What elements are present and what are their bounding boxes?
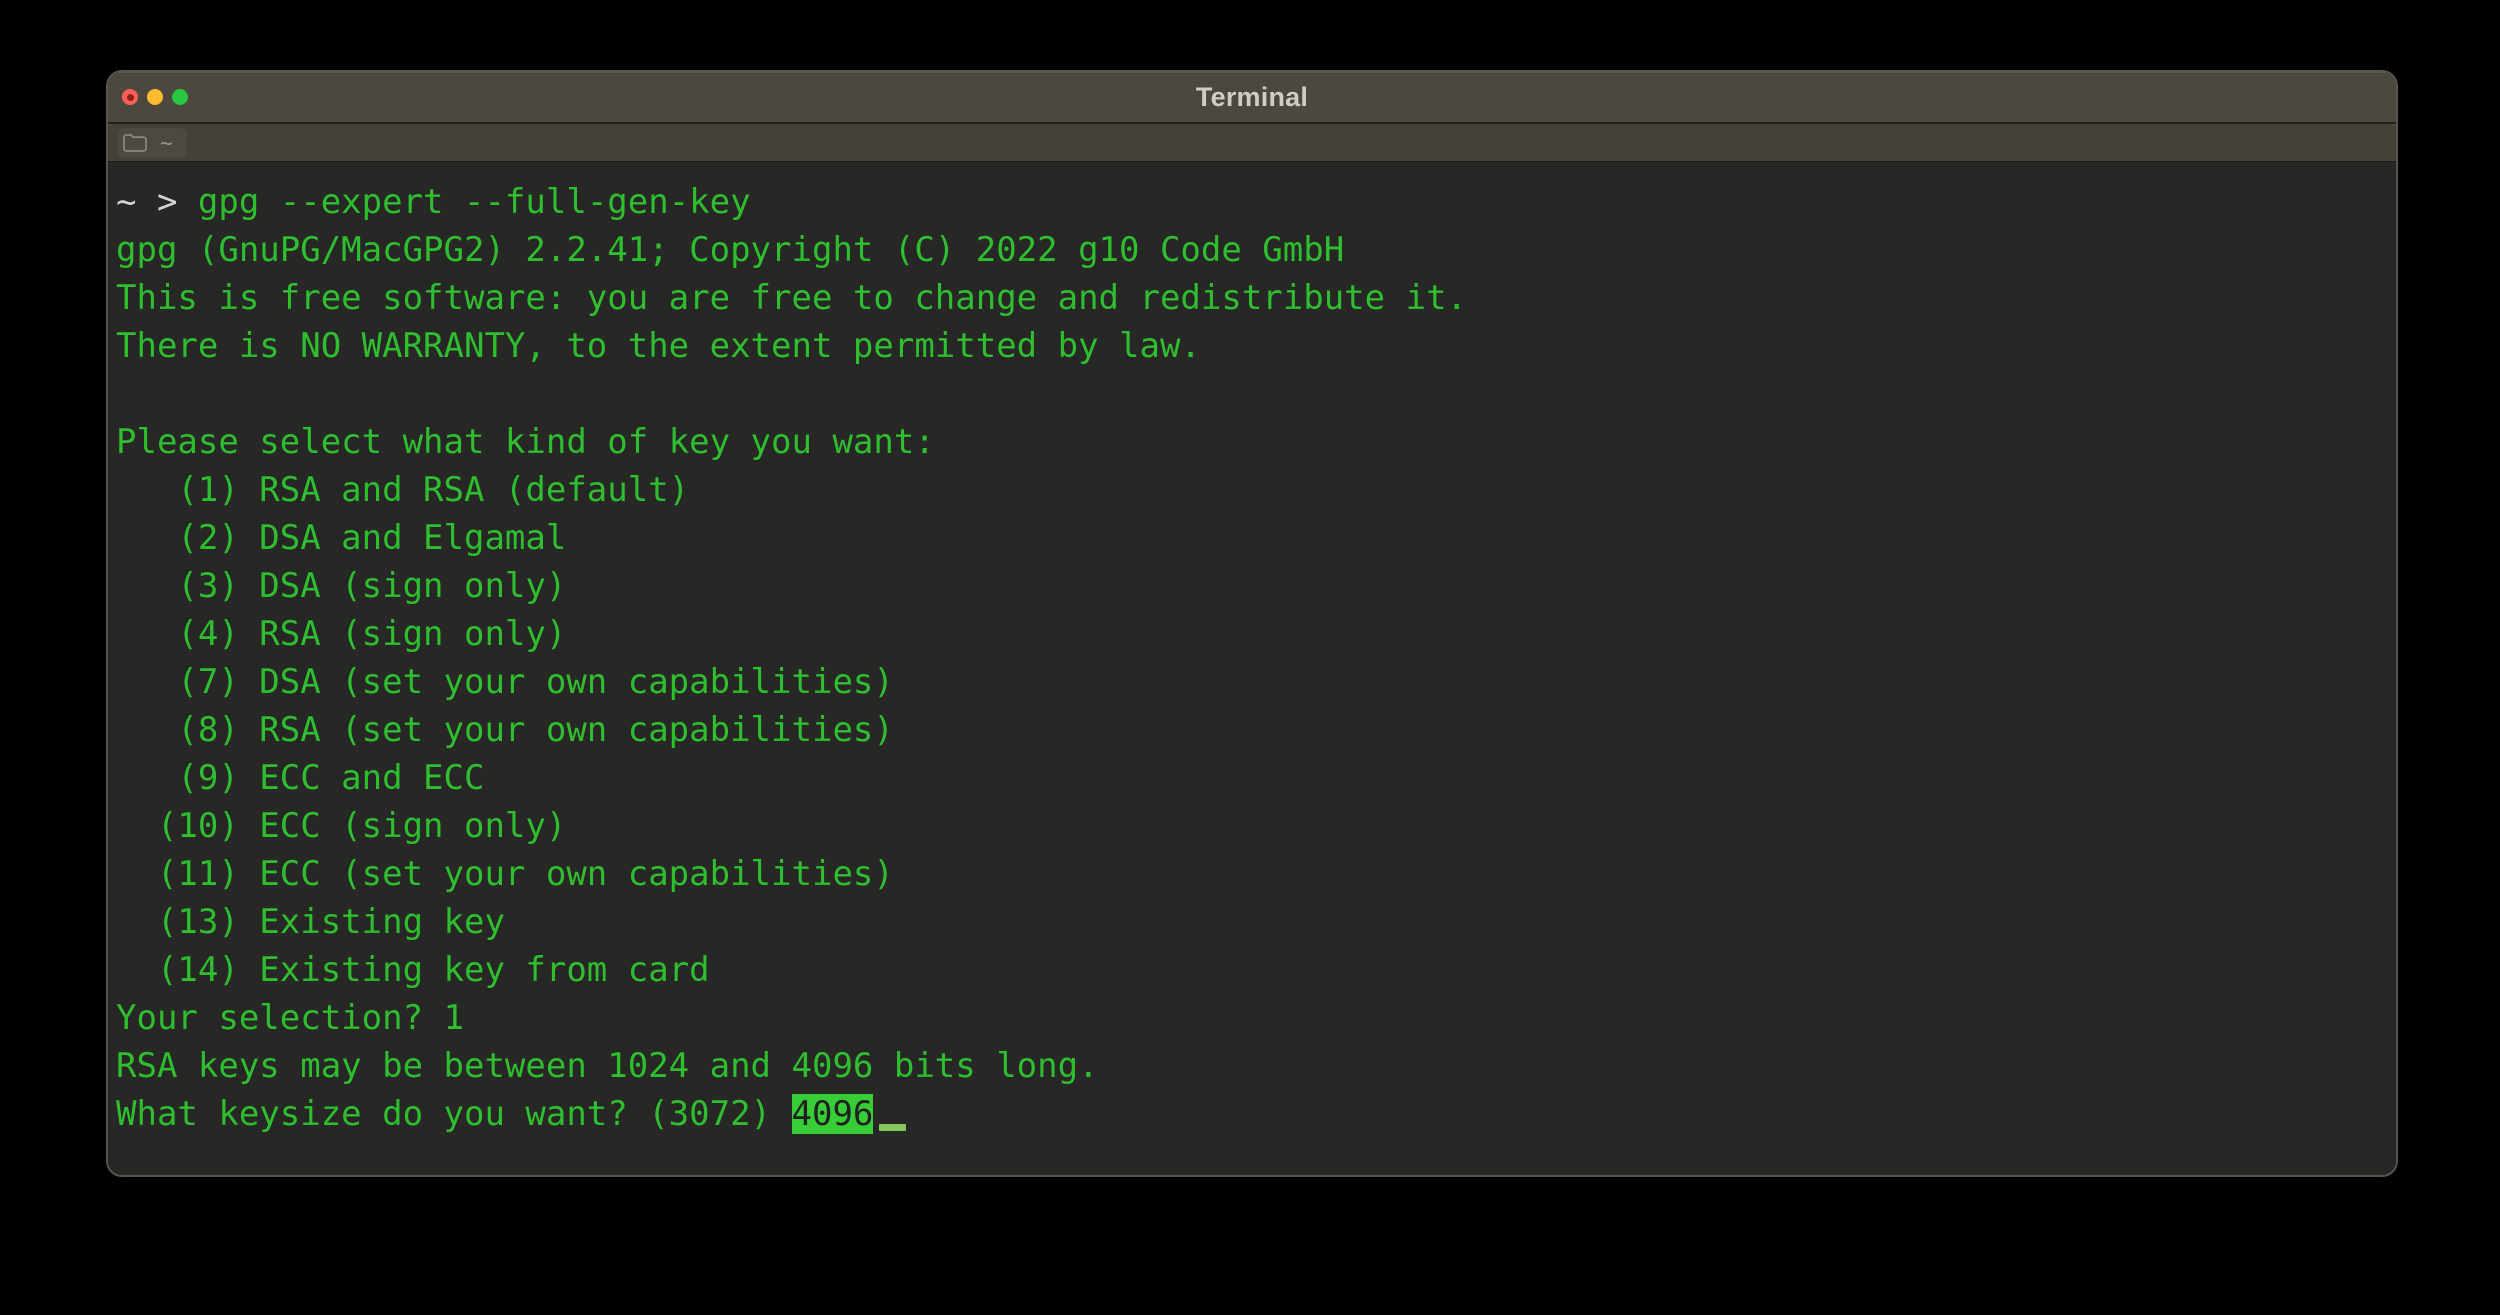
terminal-line: This is free software: you are free to c… <box>116 274 2388 322</box>
terminal-text-segment: (8) RSA (set your own capabilities) <box>116 710 894 750</box>
terminal-window: Terminal ~ ~ > gpg --expert --full-gen-k… <box>106 70 2398 1177</box>
terminal-line: (9) ECC and ECC <box>116 754 2388 802</box>
tab-current-directory[interactable]: ~ <box>118 128 187 158</box>
terminal-line: (10) ECC (sign only) <box>116 802 2388 850</box>
terminal-text-segment: (11) ECC (set your own capabilities) <box>116 854 894 894</box>
folder-icon <box>122 132 148 154</box>
terminal-text-segment: gpg (GnuPG/MacGPG2) 2.2.41; Copyright (C… <box>116 230 1344 270</box>
terminal-cursor <box>879 1124 906 1131</box>
terminal-text-segment: RSA keys may be between 1024 and 4096 bi… <box>116 1046 1099 1086</box>
terminal-text-segment: (14) Existing key from card <box>116 950 710 990</box>
terminal-text-segment: (3) DSA (sign only) <box>116 566 566 606</box>
window-titlebar[interactable]: Terminal <box>108 72 2396 124</box>
terminal-line: RSA keys may be between 1024 and 4096 bi… <box>116 1042 2388 1090</box>
tab-bar: ~ <box>108 124 2396 162</box>
window-controls <box>122 72 188 122</box>
terminal-text-segment: There is NO WARRANTY, to the extent perm… <box>116 326 1201 366</box>
terminal-line: ~ > gpg --expert --full-gen-key <box>116 178 2388 226</box>
terminal-text-segment: Please select what kind of key you want: <box>116 422 935 462</box>
terminal-line: (1) RSA and RSA (default) <box>116 466 2388 514</box>
terminal-text-segment: (4) RSA (sign only) <box>116 614 566 654</box>
terminal-text-segment: 4096 <box>792 1094 874 1134</box>
terminal-text-segment: (1) RSA and RSA (default) <box>116 470 689 510</box>
close-button[interactable] <box>122 89 138 105</box>
terminal-line: (13) Existing key <box>116 898 2388 946</box>
terminal-text-segment: (9) ECC and ECC <box>116 758 484 798</box>
terminal-text-segment: gpg --expert --full-gen-key <box>198 182 751 222</box>
zoom-button[interactable] <box>172 89 188 105</box>
window-title: Terminal <box>108 82 2396 113</box>
terminal-text-segment: (10) ECC (sign only) <box>116 806 566 846</box>
terminal-text-segment: (13) Existing key <box>116 902 505 942</box>
minimize-button[interactable] <box>147 89 163 105</box>
terminal-text-segment: This is free software: you are free to c… <box>116 278 1467 318</box>
terminal-text-segment: ~ > <box>116 182 198 222</box>
terminal-line: Your selection? 1 <box>116 994 2388 1042</box>
terminal-text-segment: (2) DSA and Elgamal <box>116 518 566 558</box>
terminal-line: (7) DSA (set your own capabilities) <box>116 658 2388 706</box>
terminal-line: (2) DSA and Elgamal <box>116 514 2388 562</box>
terminal-line: (8) RSA (set your own capabilities) <box>116 706 2388 754</box>
terminal-line <box>116 370 2388 418</box>
terminal-line: (14) Existing key from card <box>116 946 2388 994</box>
terminal-output[interactable]: ~ > gpg --expert --full-gen-keygpg (GnuP… <box>108 162 2396 1175</box>
terminal-line: (4) RSA (sign only) <box>116 610 2388 658</box>
terminal-line: There is NO WARRANTY, to the extent perm… <box>116 322 2388 370</box>
terminal-line: (11) ECC (set your own capabilities) <box>116 850 2388 898</box>
terminal-line: What keysize do you want? (3072) 4096 <box>116 1090 2388 1138</box>
terminal-line: gpg (GnuPG/MacGPG2) 2.2.41; Copyright (C… <box>116 226 2388 274</box>
terminal-text-segment: Your selection? 1 <box>116 998 464 1038</box>
terminal-text-segment: What keysize do you want? (3072) <box>116 1094 792 1134</box>
terminal-line: Please select what kind of key you want: <box>116 418 2388 466</box>
tab-path-label: ~ <box>160 131 173 155</box>
terminal-line: (3) DSA (sign only) <box>116 562 2388 610</box>
terminal-text-segment: (7) DSA (set your own capabilities) <box>116 662 894 702</box>
